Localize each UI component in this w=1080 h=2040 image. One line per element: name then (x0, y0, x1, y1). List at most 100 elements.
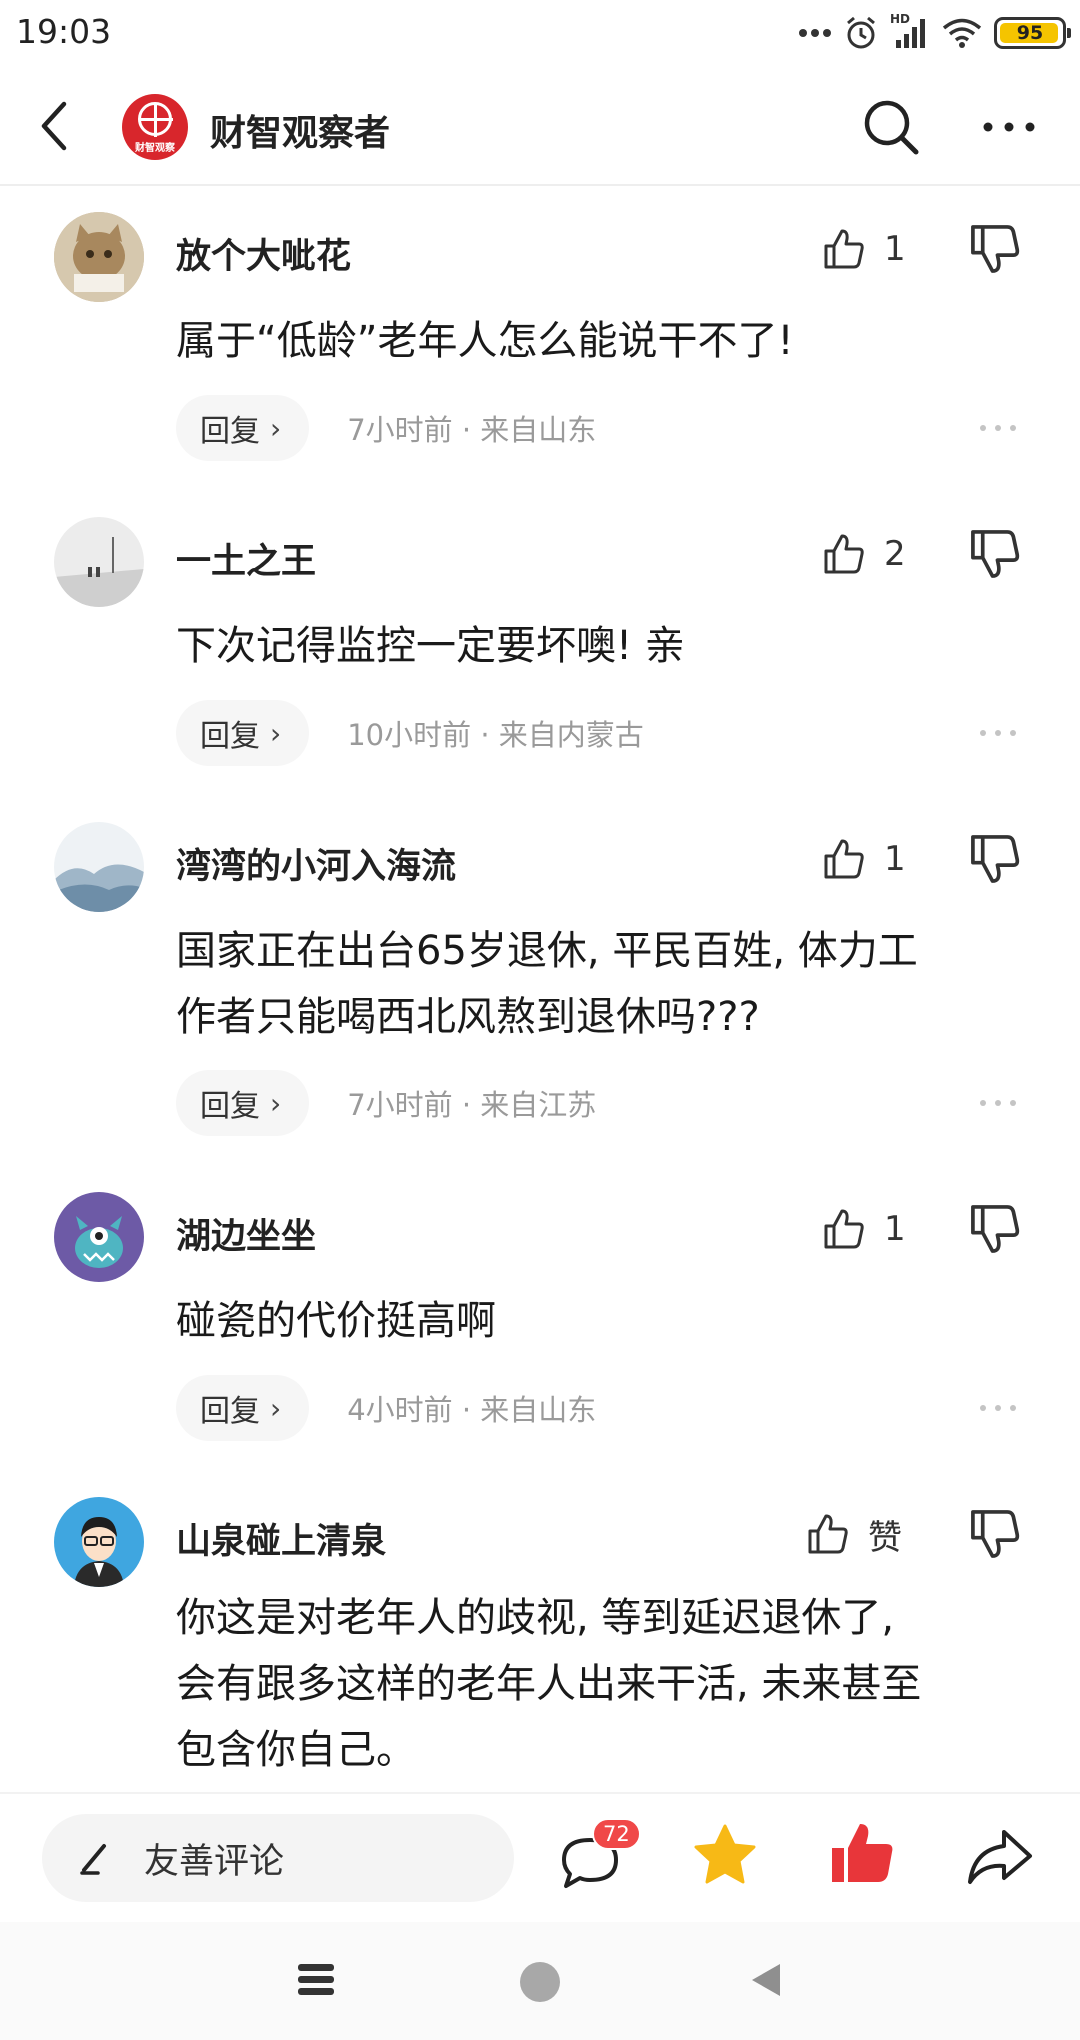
channel-logo[interactable]: 财智观察 (122, 94, 188, 160)
comment-text-line: 你这是对老年人的歧视, 等到延迟退休了, (176, 1595, 895, 1641)
chevron-right-icon: › (270, 411, 282, 445)
comment-count-badge: 72 (592, 1818, 641, 1850)
share-icon[interactable] (964, 1820, 1036, 1892)
thumb-down-icon[interactable] (968, 1507, 1022, 1561)
avatar[interactable] (54, 517, 144, 607)
channel-name[interactable]: 财智观察者 (210, 104, 390, 156)
thumb-up-icon (824, 534, 864, 574)
thumb-down-icon[interactable] (968, 1202, 1022, 1256)
thumb-up-icon (824, 1209, 864, 1249)
recent-apps-icon[interactable] (296, 1960, 336, 2000)
comment-username[interactable]: 湖边坐坐 (176, 1208, 316, 1259)
comment-text-line: 作者只能喝西北风熬到退休吗??? (176, 994, 760, 1040)
reply-button[interactable]: 回复 › (176, 1375, 310, 1441)
chevron-right-icon: › (270, 1086, 282, 1120)
comment-more-icon[interactable] (976, 408, 1020, 448)
comment-more-icon[interactable] (976, 713, 1020, 753)
comment-item: 一土之王 2 下次记得监控一定要坏噢! 亲 回复 › 10小时前 · 来自内蒙古 (0, 493, 1080, 798)
comment-text: 你这是对老年人的歧视, 等到延迟退休了, 会有跟多这样的老年人出来干活, 未来甚… (176, 1585, 1026, 1783)
status-bar: 19:03 HD 95 (0, 0, 1080, 66)
like-count: 2 (884, 534, 906, 574)
comment-item: 山泉碰上清泉 赞 你这是对老年人的歧视, 等到延迟退休了, 会有跟多这样的老年人… (0, 1473, 1080, 1791)
app-header: 财智观察 财智观察者 (0, 66, 1080, 186)
comment-meta: 回复 › 10小时前 · 来自内蒙古 (176, 700, 644, 766)
reply-label: 回复 (200, 414, 260, 449)
bottom-action-bar: 友善评论 72 (0, 1792, 1080, 1922)
avatar[interactable] (54, 822, 144, 912)
avatar[interactable] (54, 1192, 144, 1282)
avatar[interactable] (54, 212, 144, 302)
thumb-up-icon (808, 1514, 848, 1554)
alarm-icon (847, 16, 875, 49)
reply-button[interactable]: 回复 › (176, 395, 310, 461)
wifi-icon (942, 18, 982, 48)
thumb-up-icon (824, 839, 864, 879)
avatar[interactable] (54, 1497, 144, 1587)
comment-username[interactable]: 放个大呲花 (176, 228, 351, 279)
comment-time-location: 10小时前 · 来自内蒙古 (347, 718, 644, 752)
like-button[interactable]: 2 (822, 527, 906, 581)
thumb-down-icon[interactable] (968, 832, 1022, 886)
comment-text-line: 属于“低龄”老年人怎么能说干不了! (176, 318, 794, 364)
signal-icon: HD (890, 12, 930, 50)
like-count: 1 (884, 229, 906, 269)
reply-button[interactable]: 回复 › (176, 700, 310, 766)
comment-time-location: 4小时前 · 来自山东 (347, 1393, 597, 1427)
more-dots-icon (799, 29, 831, 37)
comment-meta: 回复 › 7小时前 · 来自山东 (176, 395, 596, 461)
like-button[interactable]: 赞 (806, 1507, 902, 1561)
comment-item: 放个大呲花 1 属于“低龄”老年人怎么能说干不了! 回复 › 7小时前 · 来自… (0, 188, 1080, 493)
like-count: 赞 (868, 1517, 902, 1558)
reply-label: 回复 (200, 719, 260, 754)
comment-text-line: 会有跟多这样的老年人出来干活, 未来甚至 (176, 1661, 922, 1707)
nav-back-icon[interactable] (746, 1960, 786, 2000)
comment-text-line: 下次记得监控一定要坏噢! 亲 (176, 623, 685, 669)
comment-text: 下次记得监控一定要坏噢! 亲 (176, 613, 1026, 679)
comment-text-line: 国家正在出台65岁退休, 平民百姓, 体力工 (176, 928, 918, 974)
comment-text: 国家正在出台65岁退休, 平民百姓, 体力工 作者只能喝西北风熬到退休吗??? (176, 918, 1026, 1050)
comment-username[interactable]: 湾湾的小河入海流 (176, 838, 456, 889)
more-options-icon[interactable] (976, 94, 1042, 160)
status-time: 19:03 (16, 12, 112, 51)
comment-item: 湾湾的小河入海流 1 国家正在出台65岁退休, 平民百姓, 体力工 作者只能喝西… (0, 798, 1080, 1168)
comment-text: 碰瓷的代价挺高啊 (176, 1288, 1026, 1354)
comment-time-location: 7小时前 · 来自江苏 (347, 1088, 597, 1122)
comment-username[interactable]: 一土之王 (176, 533, 316, 584)
reply-label: 回复 (200, 1089, 260, 1124)
comment-item: 湖边坐坐 1 碰瓷的代价挺高啊 回复 › 4小时前 · 来自山东 (0, 1168, 1080, 1473)
pen-icon (80, 1844, 106, 1875)
comment-text-line: 包含你自己。 (176, 1727, 416, 1773)
thumb-down-icon[interactable] (968, 527, 1022, 581)
battery-icon: 95 (994, 17, 1071, 49)
like-count: 1 (884, 839, 906, 879)
like-button[interactable]: 1 (822, 1202, 906, 1256)
status-icons: HD 95 (798, 12, 1071, 54)
comment-more-icon[interactable] (976, 1388, 1020, 1428)
reply-button[interactable]: 回复 › (176, 1070, 310, 1136)
like-button[interactable]: 1 (822, 832, 906, 886)
comment-username[interactable]: 山泉碰上清泉 (176, 1513, 386, 1564)
chevron-right-icon: › (270, 716, 282, 750)
comment-input[interactable]: 友善评论 (42, 1814, 514, 1902)
thumb-up-icon (824, 229, 864, 269)
comment-time-location: 7小时前 · 来自山东 (347, 413, 597, 447)
comment-input-placeholder: 友善评论 (144, 1841, 285, 1882)
like-count: 1 (884, 1209, 906, 1249)
like-button[interactable]: 1 (822, 222, 906, 276)
liked-thumb-icon[interactable] (828, 1818, 898, 1888)
home-button-icon[interactable] (520, 1962, 560, 2002)
logo-text: 财智观察 (135, 143, 175, 154)
battery-level: 95 (1016, 22, 1044, 44)
comment-text: 属于“低龄”老年人怎么能说干不了! (176, 308, 1026, 374)
comment-meta: 回复 › 7小时前 · 来自江苏 (176, 1070, 596, 1136)
comment-more-icon[interactable] (976, 1083, 1020, 1123)
comment-text-line: 碰瓷的代价挺高啊 (176, 1298, 496, 1344)
chevron-right-icon: › (270, 1391, 282, 1425)
star-icon[interactable] (690, 1820, 760, 1890)
search-icon[interactable] (858, 94, 924, 160)
reply-label: 回复 (200, 1394, 260, 1429)
thumb-down-icon[interactable] (968, 222, 1022, 276)
comment-meta: 回复 › 4小时前 · 来自山东 (176, 1375, 596, 1441)
back-arrow-icon[interactable] (26, 96, 86, 156)
system-nav-bar (0, 1922, 1080, 2040)
